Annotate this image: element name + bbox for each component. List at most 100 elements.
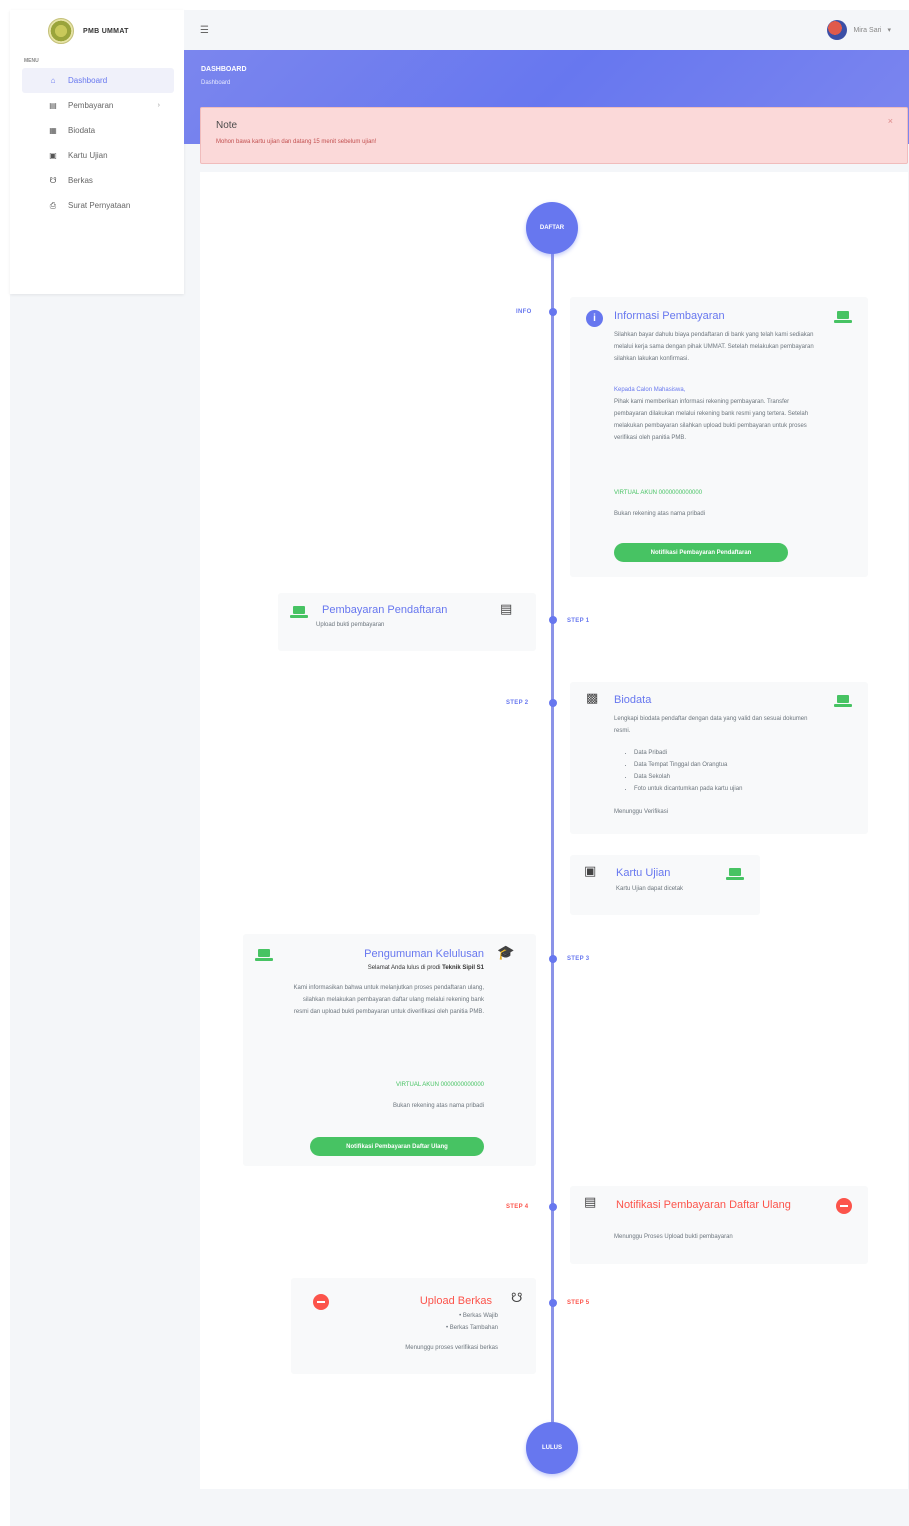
- minus-circle-icon: [313, 1294, 329, 1310]
- step2-title: Biodata: [614, 694, 652, 706]
- credit-card-icon: ▤: [500, 601, 513, 616]
- step1-title: Pembayaran Pendaftaran: [322, 604, 448, 616]
- kartu-ujian-title: Kartu Ujian: [616, 867, 671, 879]
- info-card: i Informasi Pembayaran Silahkan bayar da…: [570, 297, 868, 577]
- step-label-info: INFO: [516, 309, 532, 315]
- sidebar: PMB UMMAT MENU ⌂ Dashboard ▤ Pembayaran …: [10, 10, 184, 294]
- laptop-icon: [290, 606, 308, 618]
- sidebar-item-label: Surat Pernyataan: [68, 201, 131, 210]
- notifikasi-pembayaran-daftar-ulang-button[interactable]: Notifikasi Pembayaran Daftar Ulang: [310, 1137, 484, 1156]
- info-icon: i: [586, 310, 603, 327]
- step-label-1: STEP 1: [567, 618, 590, 624]
- step3-title: Pengumuman Kelulusan: [364, 948, 484, 960]
- laptop-icon: [834, 695, 852, 707]
- close-icon[interactable]: ×: [888, 116, 893, 126]
- sidebar-item-label: Dashboard: [68, 76, 108, 85]
- sidebar-item-kartu-ujian[interactable]: ▣ Kartu Ujian: [22, 143, 174, 168]
- timeline-dot: [549, 699, 557, 707]
- print-icon: ⎙: [49, 200, 57, 210]
- card-id-icon: ▣: [49, 151, 57, 160]
- info-note: Bukan rekening atas nama pribadi: [614, 511, 706, 517]
- step4-text: Menunggu Proses Upload bukti pembayaran: [614, 1234, 733, 1240]
- sidebar-item-label: Berkas: [68, 176, 93, 185]
- info-virtual-account: VIRTUAL AKUN 0000000000000: [614, 490, 703, 496]
- timeline-line: [551, 216, 554, 1448]
- step3-note: Bukan rekening atas nama pribadi: [392, 1103, 484, 1109]
- step2-card: ▩ Biodata Lengkapi biodata pendaftar den…: [570, 682, 868, 834]
- timeline-dot: [549, 955, 557, 963]
- graduation-cap-icon: 🎓: [497, 944, 515, 960]
- brand-logo: [48, 18, 74, 44]
- list-item: • Berkas Wajib: [459, 1313, 498, 1319]
- list-item-text: Berkas Tambahan: [449, 1325, 498, 1331]
- sidebar-item-label: Kartu Ujian: [68, 151, 108, 160]
- list-item: Data Pribadi: [634, 747, 854, 759]
- timeline-dot: [549, 1203, 557, 1211]
- card-icon: ▤: [49, 101, 57, 110]
- list-item: Data Sekolah: [634, 771, 854, 783]
- timeline-end: LULUS: [526, 1422, 578, 1474]
- menu-heading: MENU: [24, 58, 39, 64]
- notifikasi-pembayaran-pendaftaran-button[interactable]: Notifikasi Pembayaran Pendaftaran: [614, 543, 788, 562]
- alert-title: Note: [216, 120, 238, 131]
- sidebar-item-label: Biodata: [68, 126, 96, 135]
- home-icon: ⌂: [50, 76, 56, 85]
- sidebar-item-pembayaran[interactable]: ▤ Pembayaran ›: [22, 93, 174, 118]
- chevron-right-icon: ›: [157, 102, 160, 109]
- step4-card: ▤ Notifikasi Pembayaran Daftar Ulang Men…: [570, 1186, 868, 1264]
- step-label-4: STEP 4: [506, 1204, 529, 1210]
- laptop-icon: [834, 311, 852, 323]
- sidebar-item-surat-pernyataan[interactable]: ⎙ Surat Pernyataan: [22, 193, 174, 218]
- step3-prodi: Teknik Sipil S1: [442, 965, 484, 971]
- list-item-text: Berkas Wajib: [462, 1313, 498, 1319]
- files-icon: ☋: [49, 176, 57, 185]
- timeline-start: DAFTAR: [526, 202, 578, 254]
- hamburger-menu-icon[interactable]: ☰: [200, 25, 209, 36]
- timeline-dot: [549, 308, 557, 316]
- kartu-ujian-card: ▣ Kartu Ujian Kartu Ujian dapat dicetak: [570, 855, 760, 915]
- user-menu[interactable]: Mira Sari ▾: [827, 20, 891, 40]
- list-item: Data Tempat Tinggal dan Orangtua: [634, 759, 854, 771]
- timeline-content: DAFTAR INFO i Informasi Pembayaran Silah…: [200, 172, 908, 1489]
- sidebar-item-label: Pembayaran: [68, 101, 114, 110]
- step1-card: Pembayaran Pendaftaran Upload bukti pemb…: [278, 593, 536, 651]
- alert-text: Mohon bawa kartu ujian dan datang 15 men…: [216, 139, 377, 145]
- step4-title: Notifikasi Pembayaran Daftar Ulang: [616, 1199, 791, 1211]
- page-title: DASHBOARD: [201, 66, 247, 73]
- laptop-icon: [255, 949, 273, 961]
- list-item: Foto untuk dicantumkan pada kartu ujian: [634, 783, 854, 795]
- info-title: Informasi Pembayaran: [614, 310, 725, 322]
- topbar: ☰ Mira Sari ▾: [184, 10, 909, 50]
- info-paragraph-2: Pihak kami memberikan informasi rekening…: [614, 399, 809, 441]
- info-paragraph-2-title: Kepada Calon Mahasiswa,: [614, 387, 686, 393]
- id-card-icon: ▩: [586, 690, 599, 705]
- chevron-down-icon: ▾: [887, 27, 891, 34]
- laptop-icon: [726, 868, 744, 880]
- avatar: [827, 20, 848, 40]
- step5-card: Upload Berkas ☋ • Berkas Wajib • Berkas …: [291, 1278, 536, 1374]
- credit-card-icon: ▤: [584, 1194, 597, 1209]
- step5-bullets: • Berkas Wajib • Berkas Tambahan: [446, 1310, 498, 1334]
- step2-status: Menunggu Verifikasi: [614, 809, 669, 815]
- user-name: Mira Sari: [853, 26, 882, 34]
- step-label-5: STEP 5: [567, 1300, 590, 1306]
- sidebar-item-biodata[interactable]: ▦ Biodata: [22, 118, 174, 143]
- sidebar-item-berkas[interactable]: ☋ Berkas: [22, 168, 174, 193]
- timeline-dot: [549, 1299, 557, 1307]
- step5-title: Upload Berkas: [419, 1295, 492, 1307]
- breadcrumb: Dashboard: [201, 80, 231, 86]
- step-label-3: STEP 3: [567, 956, 590, 962]
- step5-text: Menunggu proses verifikasi berkas: [405, 1345, 498, 1351]
- step3-virtual-account: VIRTUAL AKUN 0000000000000: [395, 1082, 484, 1088]
- brand[interactable]: PMB UMMAT: [10, 10, 184, 52]
- brand-name: PMB UMMAT: [83, 27, 129, 35]
- id-icon: ▦: [49, 126, 57, 135]
- step2-intro: Lengkapi biodata pendaftar dengan data y…: [614, 716, 808, 734]
- id-badge-icon: ▣: [584, 863, 597, 878]
- info-paragraph-1: Silahkan bayar dahulu biaya pendaftaran …: [614, 332, 814, 362]
- minus-circle-icon: [836, 1198, 852, 1214]
- step3-result: Selamat Anda lulus di prodi Teknik Sipil…: [368, 962, 484, 974]
- step2-bullets: Data Pribadi Data Tempat Tinggal dan Ora…: [634, 747, 854, 795]
- sidebar-item-dashboard[interactable]: ⌂ Dashboard: [22, 68, 174, 93]
- app: PMB UMMAT MENU ⌂ Dashboard ▤ Pembayaran …: [10, 10, 909, 1526]
